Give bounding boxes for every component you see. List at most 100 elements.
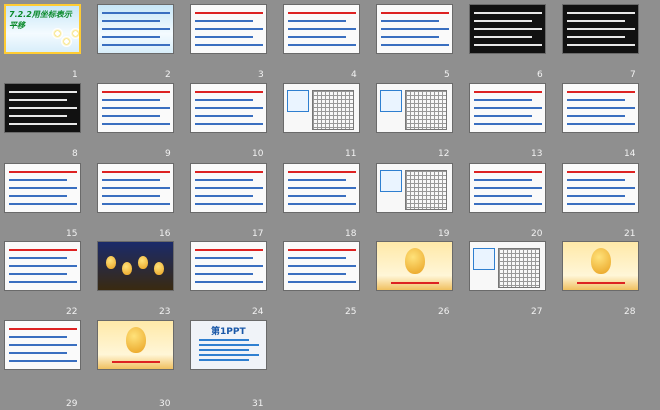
text-line — [102, 195, 160, 197]
text-line — [195, 99, 253, 101]
text-line — [9, 273, 67, 275]
text-line — [474, 44, 542, 46]
text-line — [199, 359, 249, 361]
slide-thumbnail-17[interactable] — [190, 163, 267, 213]
slide-thumbnail-3[interactable] — [190, 4, 267, 54]
text-line — [567, 115, 625, 117]
text-box — [380, 90, 402, 112]
text-line — [102, 171, 170, 173]
slide-thumbnail-9[interactable] — [97, 83, 174, 133]
text-line — [474, 123, 542, 125]
slide-thumbnail-5[interactable] — [376, 4, 453, 54]
text-line — [474, 171, 542, 173]
slide-thumbnail-10[interactable] — [190, 83, 267, 133]
slide-thumbnail-2[interactable] — [97, 4, 174, 54]
text-line — [102, 20, 160, 22]
slide-thumbnail-28[interactable] — [562, 241, 639, 291]
text-line — [381, 28, 449, 30]
golden-egg-image — [122, 262, 132, 275]
slide-thumbnail-6[interactable] — [469, 4, 546, 54]
slide-number: 24 — [252, 307, 264, 317]
slide-thumbnail-4[interactable] — [283, 4, 360, 54]
slide-thumbnail-30[interactable] — [97, 320, 174, 370]
slide-number: 19 — [438, 229, 450, 239]
text-line — [567, 123, 635, 125]
slide-number: 29 — [66, 399, 78, 409]
text-line — [288, 20, 346, 22]
text-line — [381, 12, 449, 14]
slide-thumbnail-7[interactable] — [562, 4, 639, 54]
slide-thumbnail-23[interactable] — [97, 241, 174, 291]
slide-thumbnail-27[interactable] — [469, 241, 546, 291]
slide-thumbnail-14[interactable] — [562, 83, 639, 133]
text-line — [567, 107, 635, 109]
text-line — [474, 107, 542, 109]
slide-thumbnail-8[interactable] — [4, 83, 81, 133]
text-line — [9, 336, 67, 338]
slide-number: 3 — [258, 70, 264, 80]
slide-thumbnail-1[interactable]: 7.2.2用坐标表示平移 — [4, 4, 81, 54]
text-line — [288, 273, 346, 275]
slide-number: 28 — [624, 307, 636, 317]
slide-thumbnail-16[interactable] — [97, 163, 174, 213]
text-line — [567, 171, 635, 173]
text-line — [195, 281, 263, 283]
slide-thumbnail-13[interactable] — [469, 83, 546, 133]
slide-thumbnail-31[interactable]: 第1PPT — [190, 320, 267, 370]
text-line — [195, 123, 263, 125]
slide-thumbnail-15[interactable] — [4, 163, 81, 213]
text-line — [474, 36, 532, 38]
ppt-logo: 第1PPT — [211, 327, 246, 337]
slide-thumbnail-24[interactable] — [190, 241, 267, 291]
text-line — [9, 107, 77, 109]
slide-number: 16 — [159, 229, 171, 239]
text-line — [9, 179, 67, 181]
text-line — [199, 354, 259, 356]
slide-thumbnail-19[interactable] — [376, 163, 453, 213]
text-line — [9, 281, 77, 283]
text-line — [288, 203, 356, 205]
slide-number: 23 — [159, 307, 171, 317]
slide-number: 15 — [66, 229, 78, 239]
text-line — [288, 36, 346, 38]
golden-egg-image — [126, 327, 146, 353]
flower-decoration — [61, 36, 72, 47]
text-line — [567, 195, 625, 197]
text-line — [9, 249, 77, 251]
slide-thumbnail-21[interactable] — [562, 163, 639, 213]
text-line — [195, 115, 253, 117]
text-box — [380, 170, 402, 192]
text-line — [9, 360, 77, 362]
slide-thumbnail-22[interactable] — [4, 241, 81, 291]
text-line — [195, 28, 263, 30]
slide-number: 4 — [351, 70, 357, 80]
banner-text-bar — [112, 361, 160, 363]
slide-thumbnail-11[interactable] — [283, 83, 360, 133]
slide-thumbnail-25[interactable] — [283, 241, 360, 291]
slide-number: 25 — [345, 307, 357, 317]
text-line — [102, 123, 170, 125]
slide-thumbnail-18[interactable] — [283, 163, 360, 213]
slide-number: 20 — [531, 229, 543, 239]
text-line — [567, 187, 635, 189]
text-line — [195, 187, 263, 189]
slide-number: 17 — [252, 229, 264, 239]
flower-decoration — [70, 28, 79, 39]
text-line — [288, 249, 356, 251]
slide-number: 2 — [165, 70, 171, 80]
text-line — [195, 171, 263, 173]
text-line — [288, 195, 346, 197]
text-line — [195, 265, 263, 267]
slide-thumbnail-26[interactable] — [376, 241, 453, 291]
text-line — [9, 328, 77, 330]
slide-thumbnail-29[interactable] — [4, 320, 81, 370]
text-line — [567, 179, 625, 181]
text-line — [288, 44, 356, 46]
text-line — [195, 36, 253, 38]
text-line — [102, 203, 170, 205]
slide-thumbnail-12[interactable] — [376, 83, 453, 133]
slide-thumbnail-20[interactable] — [469, 163, 546, 213]
text-line — [9, 352, 67, 354]
slide-title: 7.2.2用坐标表示平移 — [9, 10, 72, 30]
text-line — [195, 179, 253, 181]
